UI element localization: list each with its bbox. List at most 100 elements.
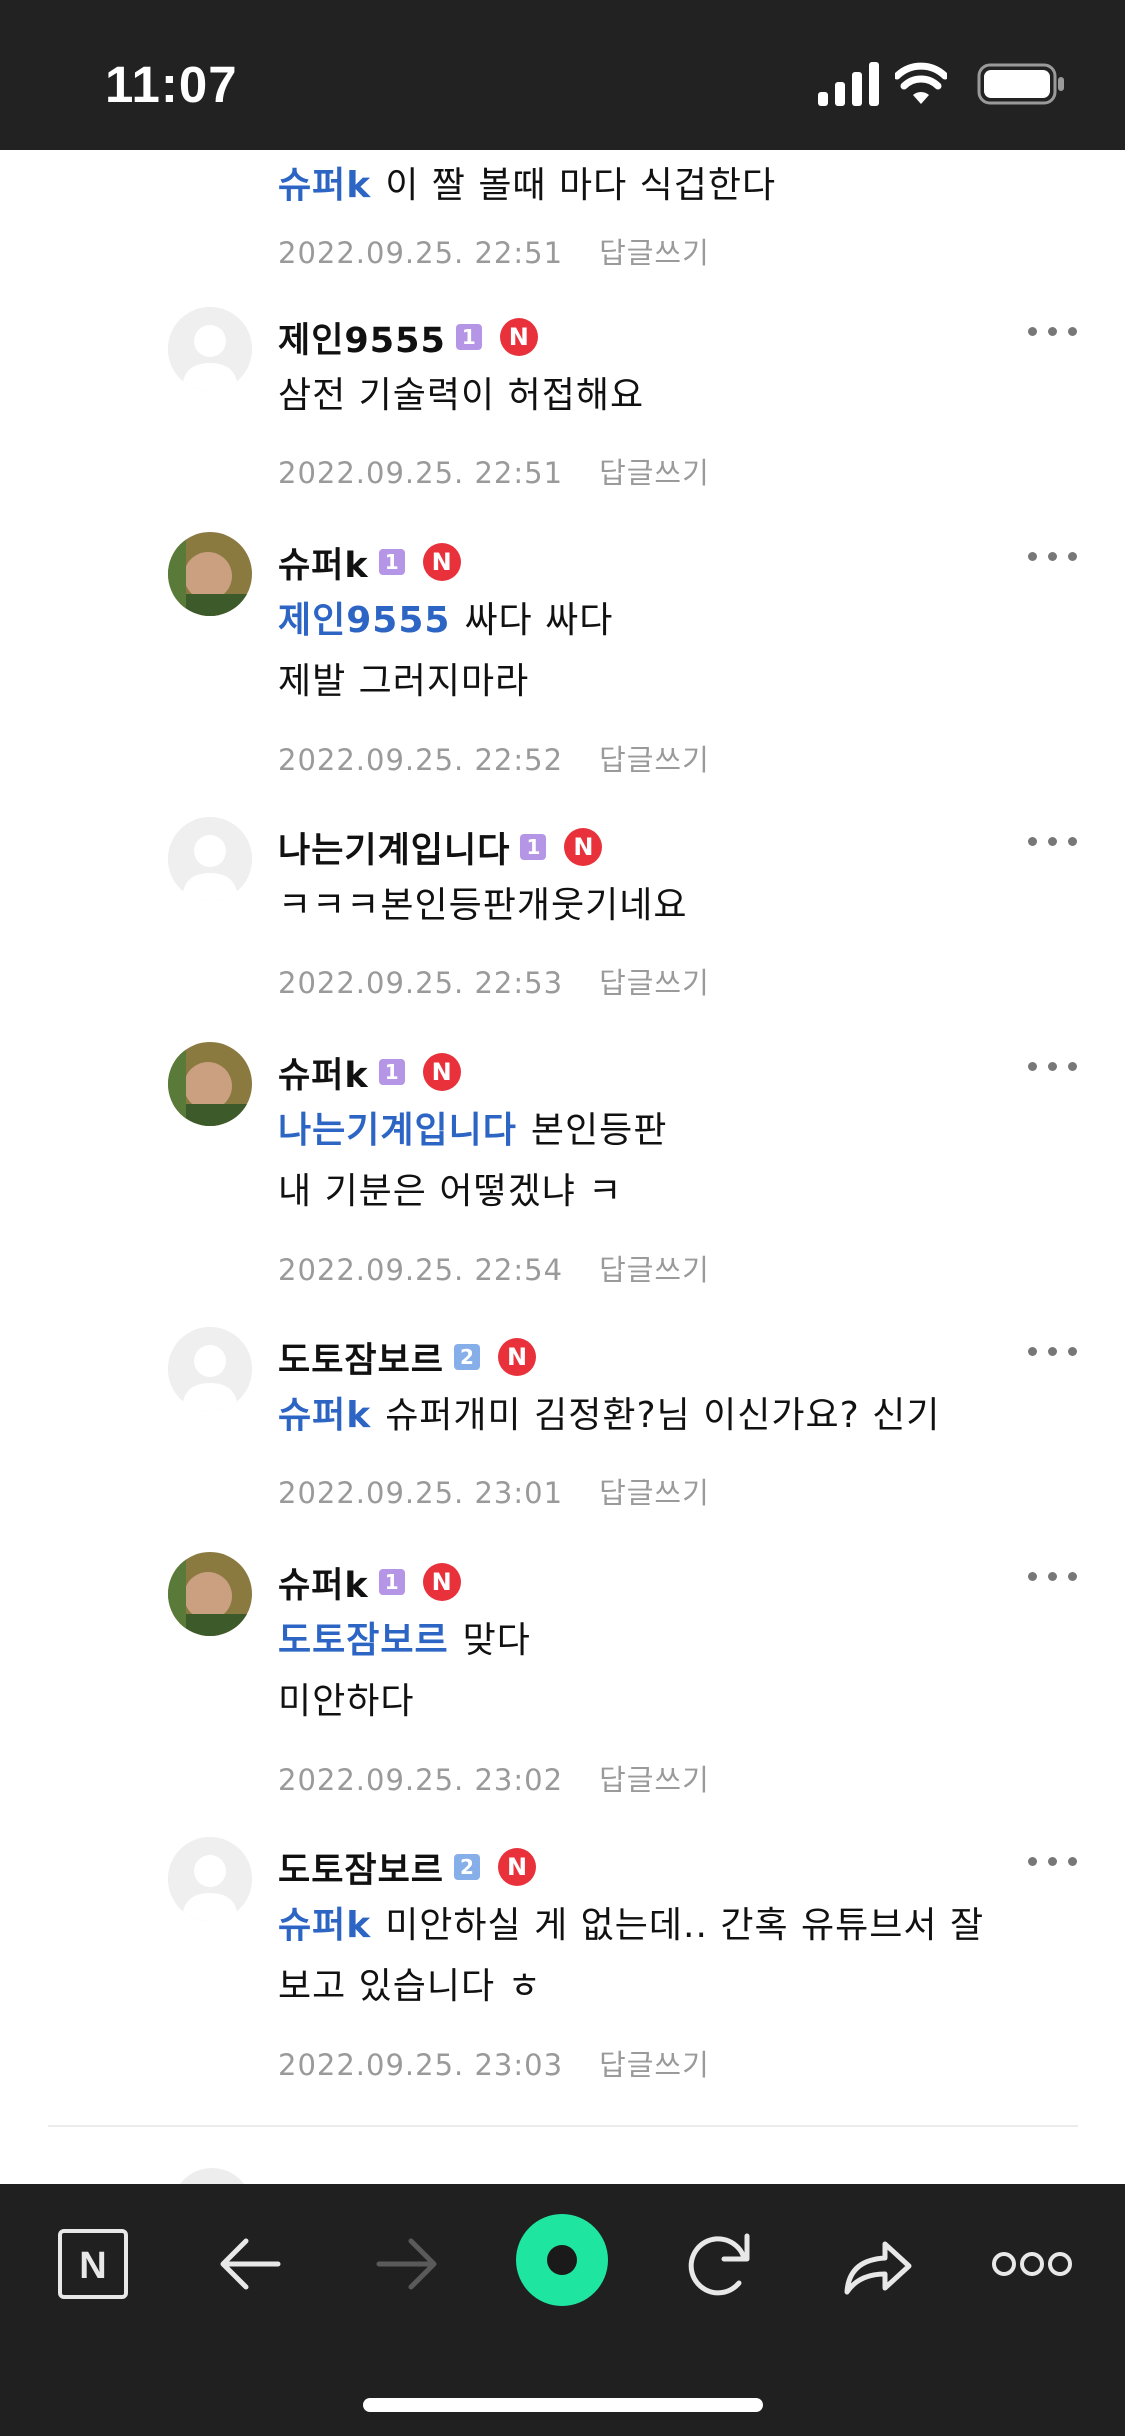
wifi-icon <box>895 62 947 104</box>
more-icon <box>992 2252 1072 2276</box>
nickname[interactable]: 도토잠보르 <box>278 1332 444 1383</box>
avatar[interactable] <box>168 1552 252 1636</box>
nickname[interactable]: 슈퍼k <box>278 1557 369 1608</box>
mention-link[interactable]: 나는기계입니다 <box>278 1110 517 1151</box>
comment-date: 2022.09.25. 22:52 <box>278 743 564 777</box>
more-icon[interactable] <box>1028 835 1078 849</box>
new-badge: N <box>422 543 461 581</box>
comment-list: 슈퍼k 이 짤 볼때 마다 식겁한다 2022.09.25. 22:51 답글쓰기 … <box>0 150 1125 2185</box>
reply-button[interactable]: 답글쓰기 <box>599 1763 710 1797</box>
level-badge: 1 <box>378 1569 405 1595</box>
status-time: 11:07 <box>105 56 238 113</box>
reply-button[interactable]: 답글쓰기 <box>599 743 710 777</box>
nickname[interactable]: 제인9555 <box>278 312 446 363</box>
avatar[interactable] <box>168 1042 252 1126</box>
level-badge: 1 <box>378 1059 405 1085</box>
naver-home-button[interactable]: N <box>43 2214 143 2314</box>
comment-text: 삼전 기술력이 허접해요 <box>278 375 645 416</box>
comment-text: ㅋㅋㅋ본인등판개웃기네요 <box>278 885 688 926</box>
home-indicator <box>363 2398 763 2412</box>
comment-header: 슈퍼k 1 N <box>278 1560 461 1606</box>
mention-link[interactable]: 도토잠보르 <box>278 1620 449 1661</box>
more-menu-button[interactable] <box>982 2214 1082 2314</box>
avatar[interactable] <box>168 817 252 901</box>
new-badge: N <box>498 1338 537 1376</box>
refresh-icon <box>688 2233 750 2296</box>
forward-arrow-icon <box>376 2238 437 2290</box>
new-badge: N <box>564 828 603 866</box>
comment-text: 도토잠보르 맞다 미안하다 <box>278 1620 531 1722</box>
battery-icon <box>977 63 1064 105</box>
svg-text:N: N <box>79 2245 106 2287</box>
share-icon <box>844 2241 912 2295</box>
comment-header: 도토잠보르 2 N <box>278 1845 537 1891</box>
level-badge: 1 <box>520 834 547 860</box>
reply-button[interactable]: 답글쓰기 <box>599 236 710 270</box>
reply-button[interactable]: 답글쓰기 <box>599 2048 710 2082</box>
green-dot-icon <box>516 2214 608 2306</box>
comment-text: 슈퍼k 미안하실 게 없는데.. 간혹 유튜브서 잘 보고 있습니다 ㅎ <box>278 1905 985 2007</box>
comment-header: 슈퍼k 1 N <box>278 540 461 586</box>
comment-meta: 2022.09.25. 22:53 답글쓰기 <box>278 960 710 1002</box>
new-badge: N <box>498 1848 537 1886</box>
more-icon[interactable] <box>1028 1060 1078 1074</box>
comment-date: 2022.09.25. 22:51 <box>278 236 564 270</box>
level-badge: 1 <box>378 549 405 575</box>
comment-header: 도토잠보르 2 N <box>278 1335 537 1381</box>
level-badge: 2 <box>454 1344 481 1370</box>
more-icon[interactable] <box>1028 1855 1078 1869</box>
comment-text: 슈퍼k 슈퍼개미 김정환?님 이신가요? 신기 <box>278 1395 941 1436</box>
comment-meta: 2022.09.25. 23:03 답글쓰기 <box>278 2042 710 2084</box>
comment-text: 슈퍼k 이 짤 볼때 마다 식겁한다 <box>278 165 777 206</box>
comment-date: 2022.09.25. 23:02 <box>278 1763 564 1797</box>
divider <box>48 2125 1078 2127</box>
comment-date: 2022.09.25. 22:51 <box>278 456 564 490</box>
comment-date: 2022.09.25. 22:54 <box>278 1253 564 1287</box>
more-icon[interactable] <box>1028 1570 1078 1584</box>
new-badge: N <box>499 318 538 356</box>
reply-button[interactable]: 답글쓰기 <box>599 966 710 1000</box>
avatar[interactable] <box>168 307 252 391</box>
comment-text: 나는기계입니다 본인등판 내 기분은 어떻겠냐 ㅋ <box>278 1110 668 1212</box>
reply-button[interactable]: 답글쓰기 <box>599 456 710 490</box>
more-icon[interactable] <box>1028 1345 1078 1359</box>
nickname[interactable]: 슈퍼k <box>278 537 369 588</box>
comment-meta: 2022.09.25. 22:54 답글쓰기 <box>278 1247 710 1289</box>
more-icon[interactable] <box>1028 550 1078 564</box>
comment-meta: 2022.09.25. 22:51 답글쓰기 <box>278 450 710 492</box>
comment-header: 나는기계입니다 1 N <box>278 825 603 871</box>
nickname[interactable]: 도토잠보르 <box>278 1842 444 1893</box>
new-badge: N <box>422 1053 461 1091</box>
comment-meta: 2022.09.25. 22:52 답글쓰기 <box>278 737 710 779</box>
comment-header: 슈퍼k 1 N <box>278 1050 461 1096</box>
reply-button[interactable]: 답글쓰기 <box>599 1253 710 1287</box>
back-arrow-icon <box>220 2238 281 2290</box>
status-bar: 11:07 <box>0 0 1125 150</box>
nickname[interactable]: 나는기계입니다 <box>278 822 510 873</box>
avatar[interactable] <box>168 1837 252 1921</box>
mention-link[interactable]: 슈퍼k <box>278 165 371 206</box>
level-badge: 1 <box>455 324 482 350</box>
comment-header: 제인9555 1 N <box>278 315 538 361</box>
level-badge: 2 <box>454 1854 481 1880</box>
green-dot-button[interactable] <box>512 2210 612 2310</box>
comment-text: 제인9555 싸다 싸다 제발 그러지마라 <box>278 600 614 702</box>
comment-date: 2022.09.25. 22:53 <box>278 966 564 1000</box>
comment-date: 2022.09.25. 23:03 <box>278 2048 564 2082</box>
naver-home-icon: N <box>58 2229 128 2299</box>
mention-link[interactable]: 슈퍼k <box>278 1905 371 1946</box>
comment-date: 2022.09.25. 23:01 <box>278 1476 564 1510</box>
share-button[interactable] <box>825 2214 925 2314</box>
signal-icon <box>818 62 879 106</box>
forward-button[interactable] <box>357 2214 457 2314</box>
more-icon[interactable] <box>1028 325 1078 339</box>
mention-link[interactable]: 제인9555 <box>278 600 450 641</box>
reply-button[interactable]: 답글쓰기 <box>599 1476 710 1510</box>
comment-meta: 2022.09.25. 22:51 답글쓰기 <box>278 230 710 272</box>
refresh-button[interactable] <box>668 2214 768 2314</box>
mention-link[interactable]: 슈퍼k <box>278 1395 371 1436</box>
avatar[interactable] <box>168 532 252 616</box>
avatar[interactable] <box>168 1327 252 1411</box>
nickname[interactable]: 슈퍼k <box>278 1047 369 1098</box>
back-button[interactable] <box>200 2214 300 2314</box>
